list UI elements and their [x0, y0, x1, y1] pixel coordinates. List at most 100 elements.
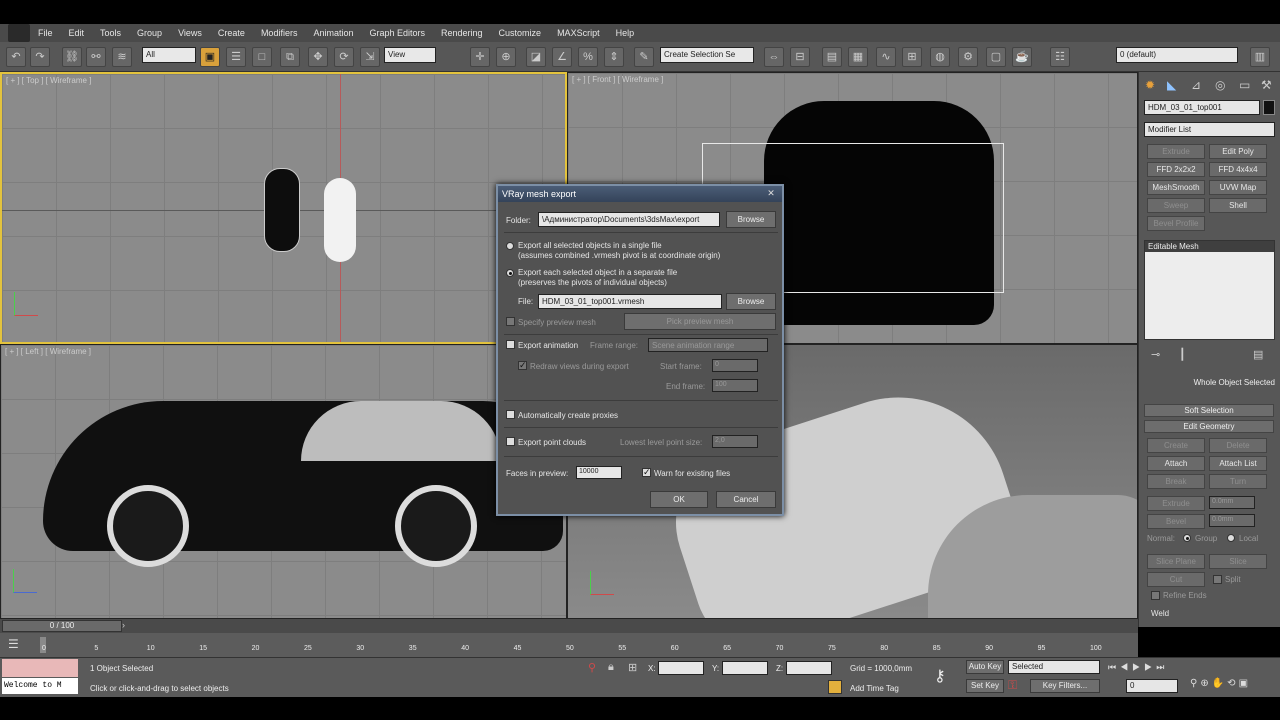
- schematic-view-icon[interactable]: ⊞: [902, 47, 922, 67]
- move-icon[interactable]: ✥: [308, 47, 328, 67]
- mini-curve-editor-icon[interactable]: ☰: [8, 637, 24, 653]
- key-filters-button[interactable]: Key Filters...: [1030, 679, 1100, 693]
- pivot-icon[interactable]: ✛: [470, 47, 490, 67]
- menu-rendering[interactable]: Rendering: [441, 28, 483, 38]
- link-icon[interactable]: ⛓: [62, 47, 82, 67]
- sweep-button[interactable]: Sweep: [1147, 198, 1205, 213]
- current-frame-field[interactable]: 0: [1126, 679, 1178, 693]
- modifier-list-dropdown[interactable]: Modifier List: [1144, 122, 1275, 137]
- auto-key-button[interactable]: Auto Key: [966, 660, 1004, 674]
- display-tab-icon[interactable]: ▭: [1239, 78, 1255, 94]
- layer-manager-icon[interactable]: ▤: [822, 47, 842, 67]
- named-selection-set-dropdown[interactable]: Create Selection Se: [660, 47, 754, 63]
- menu-create[interactable]: Create: [218, 28, 245, 38]
- start-frame-field[interactable]: 0: [712, 359, 758, 372]
- bind-space-warp-icon[interactable]: ≋: [112, 47, 132, 67]
- extrude-button[interactable]: Extrude: [1147, 496, 1205, 511]
- extrude-amount-field[interactable]: 0.0mm: [1209, 496, 1255, 509]
- file-browse-button[interactable]: Browse: [726, 293, 776, 310]
- frame-range-dropdown[interactable]: Scene animation range: [648, 338, 768, 352]
- auto-proxies-checkbox[interactable]: [506, 410, 515, 419]
- show-end-result-icon[interactable]: ┃: [1179, 348, 1186, 361]
- ok-button[interactable]: OK: [650, 491, 708, 508]
- turn-button[interactable]: Turn: [1209, 474, 1267, 489]
- menu-maxscript[interactable]: MAXScript: [557, 28, 600, 38]
- select-object-icon[interactable]: ▣: [200, 47, 220, 67]
- end-frame-field[interactable]: 100: [712, 379, 758, 392]
- uvw-map-button[interactable]: UVW Map: [1209, 180, 1267, 195]
- graphite-tools-icon[interactable]: ▦: [848, 47, 868, 67]
- lowest-level-field[interactable]: 2,0: [712, 435, 758, 448]
- folder-field[interactable]: \Администратор\Documents\3dsMax\export: [538, 212, 720, 227]
- attach-button[interactable]: Attach: [1147, 456, 1205, 471]
- unlink-icon[interactable]: ⚯: [86, 47, 106, 67]
- delete-button[interactable]: Delete: [1209, 438, 1267, 453]
- viewport-left-label[interactable]: [ + ] [ Left ] [ Wireframe ]: [5, 347, 91, 356]
- configure-modifier-sets-icon[interactable]: ▤: [1253, 348, 1263, 361]
- object-name-field[interactable]: HDM_03_01_top001: [1144, 100, 1260, 115]
- soft-selection-rollout[interactable]: Soft Selection: [1144, 404, 1274, 417]
- material-editor-icon[interactable]: ◍: [930, 47, 950, 67]
- menu-customize[interactable]: Customize: [499, 28, 542, 38]
- align-icon[interactable]: ⊟: [790, 47, 810, 67]
- y-coordinate-field[interactable]: [722, 661, 768, 675]
- manipulate-icon[interactable]: ⊕: [496, 47, 516, 67]
- render-setup-icon[interactable]: ⚙: [958, 47, 978, 67]
- window-crossing-icon[interactable]: ⧉: [280, 47, 300, 67]
- orbit-icon[interactable]: ⟲: [1227, 678, 1238, 689]
- track-bar[interactable]: ☰ 0 5 10 15 20 25 30 35 40 45 50 55 60 65 70 75 80 85 90 95…: [0, 633, 1138, 657]
- object-color-swatch[interactable]: [1263, 100, 1275, 115]
- menu-file[interactable]: File: [38, 28, 53, 38]
- render-icon[interactable]: ☕: [1012, 47, 1032, 67]
- viewport-top-label[interactable]: [ + ] [ Top ] [ Wireframe ]: [6, 76, 91, 85]
- motion-tab-icon[interactable]: ◎: [1215, 78, 1231, 94]
- local-radio[interactable]: [1227, 534, 1235, 542]
- menu-views[interactable]: Views: [178, 28, 202, 38]
- menu-graph-editors[interactable]: Graph Editors: [369, 28, 425, 38]
- layer-toolbar-icon[interactable]: ▥: [1250, 47, 1270, 67]
- set-key-icon[interactable]: ⚿: [1008, 678, 1017, 693]
- bevel-amount-field[interactable]: 0.0mm: [1209, 514, 1255, 527]
- app-logo-icon[interactable]: [8, 24, 30, 42]
- curve-editor-icon[interactable]: ∿: [876, 47, 896, 67]
- export-single-radio[interactable]: [506, 242, 514, 250]
- menu-group[interactable]: Group: [137, 28, 162, 38]
- stack-item-editable-mesh[interactable]: Editable Mesh: [1145, 241, 1274, 252]
- file-field[interactable]: HDM_03_01_top001.vrmesh: [538, 294, 722, 309]
- time-slider-thumb[interactable]: 0 / 100: [2, 620, 122, 632]
- meshsmooth-button[interactable]: MeshSmooth: [1147, 180, 1205, 195]
- modify-tab-icon[interactable]: ◣: [1167, 78, 1183, 94]
- time-slider[interactable]: 0 / 100 ›: [0, 619, 1138, 633]
- viewport-top[interactable]: [ + ] [ Top ] [ Wireframe ]: [0, 72, 567, 344]
- cancel-button[interactable]: Cancel: [716, 491, 776, 508]
- maxscript-listener-mini[interactable]: [2, 659, 78, 677]
- warn-existing-checkbox[interactable]: [642, 467, 651, 478]
- rendered-frame-icon[interactable]: ▢: [986, 47, 1006, 67]
- edit-geometry-rollout[interactable]: Edit Geometry: [1144, 420, 1274, 433]
- zoom-all-icon[interactable]: ⊕: [1200, 678, 1211, 689]
- absolute-mode-icon[interactable]: ⊞: [628, 661, 637, 674]
- ffd-4x4x4-button[interactable]: FFD 4x4x4: [1209, 162, 1267, 177]
- maximize-viewport-icon[interactable]: ▣: [1239, 678, 1251, 689]
- redo-icon[interactable]: ↷: [30, 47, 50, 67]
- menu-animation[interactable]: Animation: [313, 28, 353, 38]
- attach-list-button[interactable]: Attach List: [1209, 456, 1267, 471]
- selection-filter-dropdown[interactable]: All: [142, 47, 196, 63]
- create-tab-icon[interactable]: ✹: [1145, 78, 1161, 94]
- hierarchy-tab-icon[interactable]: ⊿: [1191, 78, 1207, 94]
- slice-button[interactable]: Slice: [1209, 554, 1267, 569]
- reference-coord-dropdown[interactable]: View: [384, 47, 436, 63]
- undo-icon[interactable]: ↶: [6, 47, 26, 67]
- pan-icon[interactable]: ✋: [1212, 678, 1227, 689]
- menu-help[interactable]: Help: [616, 28, 635, 38]
- zoom-icon[interactable]: ⚲: [1190, 678, 1200, 689]
- edit-named-selection-icon[interactable]: ✎: [634, 47, 654, 67]
- menu-tools[interactable]: Tools: [100, 28, 121, 38]
- bevel-button[interactable]: Bevel: [1147, 514, 1205, 529]
- split-checkbox[interactable]: [1213, 575, 1222, 584]
- specify-preview-checkbox[interactable]: [506, 317, 515, 326]
- viewport-left[interactable]: [ + ] [ Left ] [ Wireframe ]: [0, 344, 567, 619]
- rotate-icon[interactable]: ⟳: [334, 47, 354, 67]
- menu-edit[interactable]: Edit: [69, 28, 85, 38]
- key-icon[interactable]: ⚷: [934, 666, 946, 686]
